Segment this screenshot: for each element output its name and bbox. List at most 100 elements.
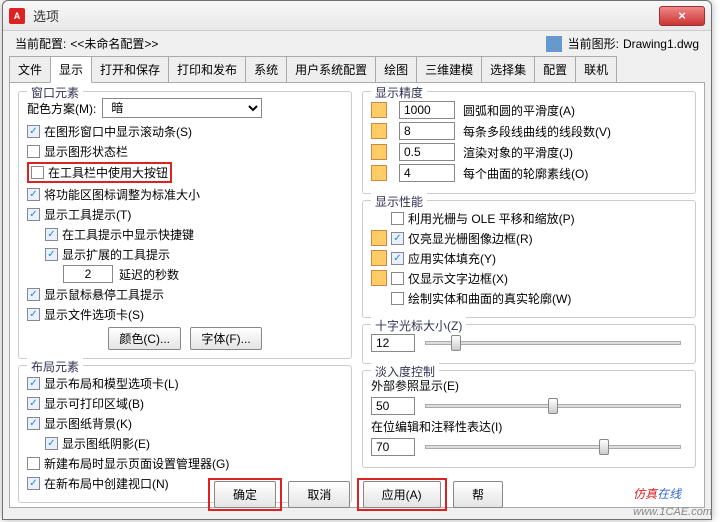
option-row: 显示文件选项卡(S): [27, 305, 343, 323]
tab-9[interactable]: 配置: [534, 56, 576, 82]
checkbox[interactable]: [391, 232, 404, 245]
checkbox-label: 在图形窗口中显示滚动条(S): [44, 123, 192, 140]
setting-icon: [371, 165, 387, 181]
tab-0[interactable]: 文件: [9, 56, 51, 82]
tab-1[interactable]: 显示: [50, 56, 92, 83]
group-title: 显示精度: [371, 84, 427, 101]
option-row: 将功能区图标调整为标准大小: [27, 185, 343, 203]
precision-row: 圆弧和圆的平滑度(A): [371, 101, 687, 119]
group-title: 显示性能: [371, 193, 427, 210]
xref-display-input[interactable]: [371, 397, 415, 415]
option-row: 显示图纸背景(K): [27, 414, 343, 432]
checkbox-label: 显示扩展的工具提示: [62, 246, 170, 263]
checkbox[interactable]: [45, 228, 58, 241]
perf-row: 仅亮显光栅图像边框(R): [371, 229, 687, 247]
checkbox[interactable]: [45, 437, 58, 450]
inplace-edit-label: 在位编辑和注释性表达(I): [371, 418, 687, 435]
checkbox[interactable]: [31, 166, 44, 179]
checkbox[interactable]: [391, 272, 404, 285]
precision-row: 每个曲面的轮廓素线(O): [371, 164, 687, 182]
checkbox[interactable]: [27, 208, 40, 221]
cancel-button[interactable]: 取消: [288, 481, 350, 508]
current-drawing-label: 当前图形:: [568, 35, 619, 52]
checkbox[interactable]: [27, 308, 40, 321]
close-button[interactable]: ×: [659, 6, 705, 26]
checkbox-label: 在工具提示中显示快捷键: [62, 226, 194, 243]
precision-row: 每条多段线曲线的线段数(V): [371, 122, 687, 140]
checkbox[interactable]: [27, 125, 40, 138]
tab-10[interactable]: 联机: [575, 56, 617, 82]
tab-2[interactable]: 打开和保存: [91, 56, 169, 82]
precision-input[interactable]: [399, 122, 455, 140]
inplace-edit-input[interactable]: [371, 438, 415, 456]
precision-label: 每个曲面的轮廓素线(O): [463, 165, 588, 182]
checkbox-label: 将功能区图标调整为标准大小: [44, 186, 200, 203]
current-drawing-value: Drawing1.dwg: [623, 37, 699, 51]
checkbox[interactable]: [45, 248, 58, 261]
window-title: 选项: [33, 6, 659, 25]
checkbox[interactable]: [391, 292, 404, 305]
checkbox[interactable]: [27, 377, 40, 390]
checkbox-label: 应用实体填充(Y): [408, 250, 496, 267]
titlebar[interactable]: A 选项 ×: [3, 1, 711, 31]
current-config-value: <<未命名配置>>: [70, 35, 158, 52]
checkbox-label: 绘制实体和曲面的真实轮廓(W): [408, 290, 571, 307]
tab-8[interactable]: 选择集: [481, 56, 535, 82]
color-scheme-select[interactable]: 暗: [102, 98, 262, 118]
checkbox-label: 显示图形状态栏: [44, 143, 128, 160]
group-title: 十字光标大小(Z): [371, 317, 466, 334]
checkbox-label: 显示图纸阴影(E): [62, 435, 150, 452]
checkbox[interactable]: [391, 212, 404, 225]
precision-row: 渲染对象的平滑度(J): [371, 143, 687, 161]
dialog-footer: 确定 取消 应用(A) 帮: [3, 478, 711, 511]
checkbox-label: 显示文件选项卡(S): [44, 306, 144, 323]
config-header: 当前配置: <<未命名配置>> 当前图形: Drawing1.dwg: [3, 31, 711, 56]
tab-6[interactable]: 绘图: [375, 56, 417, 82]
setting-icon: [371, 250, 387, 266]
option-row: 在工具提示中显示快捷键: [27, 225, 343, 243]
option-row: 显示图纸阴影(E): [27, 434, 343, 452]
current-config-label: 当前配置:: [15, 35, 66, 52]
option-row: 在工具栏中使用大按钮: [27, 162, 343, 183]
tab-5[interactable]: 用户系统配置: [286, 56, 376, 82]
group-title: 淡入度控制: [371, 363, 439, 380]
crosshair-size-input[interactable]: [371, 334, 415, 352]
checkbox[interactable]: [27, 457, 40, 470]
checkbox[interactable]: [27, 417, 40, 430]
precision-input[interactable]: [399, 143, 455, 161]
tab-7[interactable]: 三维建模: [416, 56, 482, 82]
checkbox[interactable]: [27, 145, 40, 158]
inplace-edit-slider[interactable]: [425, 445, 681, 449]
setting-icon: [371, 230, 387, 246]
setting-icon: [371, 144, 387, 160]
ok-button[interactable]: 确定: [214, 481, 276, 508]
left-column: 窗口元素 配色方案(M): 暗 在图形窗口中显示滚动条(S)显示图形状态栏在工具…: [18, 91, 352, 499]
apply-button[interactable]: 应用(A): [363, 481, 441, 508]
tab-strip: 文件显示打开和保存打印和发布系统用户系统配置绘图三维建模选择集配置联机: [3, 56, 711, 82]
tab-4[interactable]: 系统: [245, 56, 287, 82]
help-button[interactable]: 帮: [453, 481, 503, 508]
tab-3[interactable]: 打印和发布: [168, 56, 246, 82]
checkbox[interactable]: [391, 252, 404, 265]
colors-button[interactable]: 颜色(C)...: [108, 327, 181, 350]
crosshair-size-slider[interactable]: [425, 341, 681, 345]
option-row: 显示图形状态栏: [27, 142, 343, 160]
checkbox[interactable]: [27, 188, 40, 201]
xref-display-slider[interactable]: [425, 404, 681, 408]
tab-content: 窗口元素 配色方案(M): 暗 在图形窗口中显示滚动条(S)显示图形状态栏在工具…: [9, 82, 705, 508]
checkbox[interactable]: [27, 288, 40, 301]
drawing-icon: [546, 36, 562, 52]
precision-input[interactable]: [399, 164, 455, 182]
delay-seconds-input[interactable]: [63, 265, 113, 283]
option-row: 显示可打印区域(B): [27, 394, 343, 412]
fonts-button[interactable]: 字体(F)...: [190, 327, 261, 350]
precision-input[interactable]: [399, 101, 455, 119]
checkbox-label: 利用光栅与 OLE 平移和缩放(P): [408, 210, 575, 227]
checkbox-label: 显示布局和模型选项卡(L): [44, 375, 179, 392]
checkbox[interactable]: [27, 397, 40, 410]
group-title: 窗口元素: [27, 84, 83, 101]
precision-label: 每条多段线曲线的线段数(V): [463, 123, 611, 140]
option-row: 显示布局和模型选项卡(L): [27, 374, 343, 392]
display-performance-group: 显示性能 利用光栅与 OLE 平移和缩放(P)仅亮显光栅图像边框(R)应用实体填…: [362, 200, 696, 318]
checkbox-label: 新建布局时显示页面设置管理器(G): [44, 455, 229, 472]
